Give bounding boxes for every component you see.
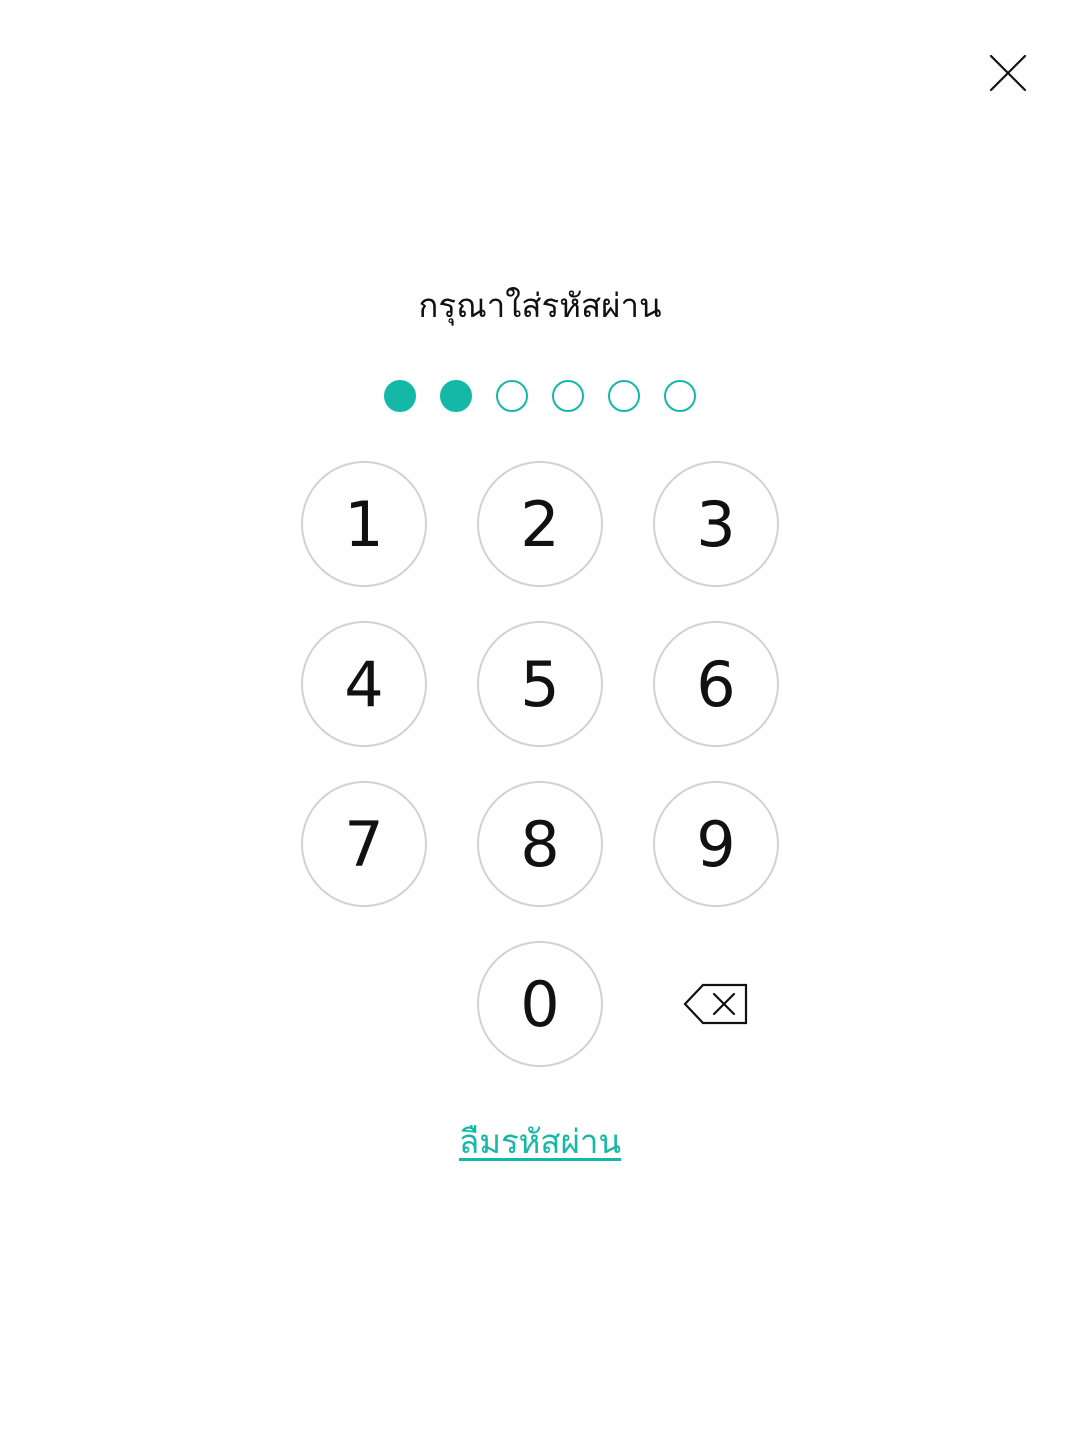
backspace-button[interactable] <box>676 972 756 1036</box>
pin-indicator <box>0 380 1080 412</box>
pin-dot <box>384 380 416 412</box>
key-1[interactable]: 1 <box>301 461 427 587</box>
close-icon <box>989 54 1027 92</box>
key-8[interactable]: 8 <box>477 781 603 907</box>
pin-dot <box>496 380 528 412</box>
pin-dot <box>664 380 696 412</box>
pin-dot <box>440 380 472 412</box>
key-3[interactable]: 3 <box>653 461 779 587</box>
key-5[interactable]: 5 <box>477 621 603 747</box>
pin-dot <box>552 380 584 412</box>
key-4[interactable]: 4 <box>301 621 427 747</box>
pin-dot <box>608 380 640 412</box>
key-9[interactable]: 9 <box>653 781 779 907</box>
key-6[interactable]: 6 <box>653 621 779 747</box>
key-0[interactable]: 0 <box>477 941 603 1067</box>
backspace-icon <box>683 983 748 1025</box>
close-button[interactable] <box>984 49 1032 97</box>
forgot-password-row: ลืมรหัสผ่าน <box>0 1118 1080 1166</box>
page-title: กรุณาใส่รหัสผ่าน <box>418 286 662 325</box>
key-7[interactable]: 7 <box>301 781 427 907</box>
key-2[interactable]: 2 <box>477 461 603 587</box>
forgot-password-link[interactable]: ลืมรหัสผ่าน <box>459 1122 621 1161</box>
